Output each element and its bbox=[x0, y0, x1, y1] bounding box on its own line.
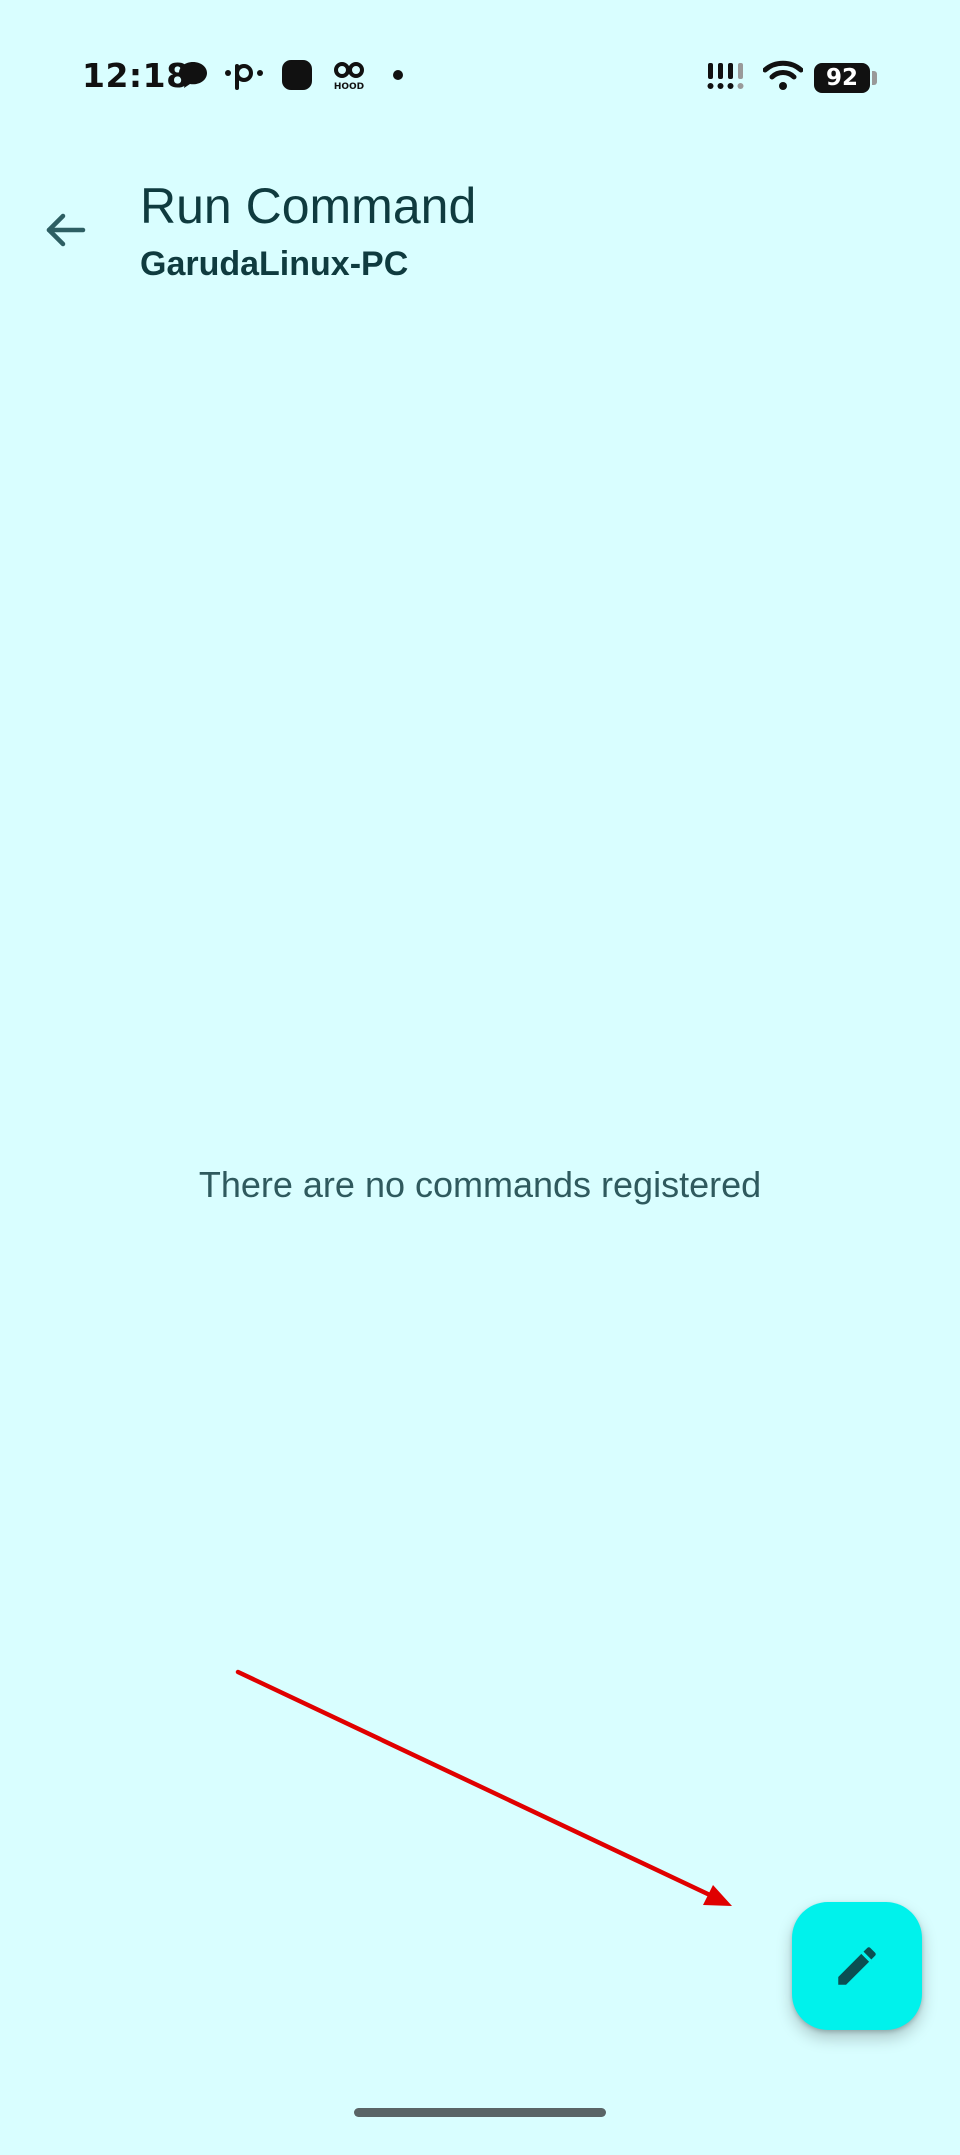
status-time: 12:18 bbox=[82, 56, 190, 95]
page-title: Run Command bbox=[140, 178, 477, 234]
arrow-left-icon bbox=[46, 213, 86, 247]
empty-state-message: There are no commands registered bbox=[198, 1164, 762, 1205]
add-command-button[interactable] bbox=[792, 1902, 922, 2030]
rounded-square-icon bbox=[280, 58, 314, 92]
device-name: GarudaLinux-PC bbox=[140, 245, 409, 283]
pencil-icon bbox=[838, 1947, 876, 1985]
battery-tip bbox=[872, 71, 877, 85]
status-bar: 12:18 HOOD 92 bbox=[0, 0, 960, 155]
home-indicator[interactable] bbox=[354, 2108, 606, 2117]
app-bar: Run Command GarudaLinux-PC bbox=[0, 155, 960, 300]
signal-icon bbox=[706, 58, 750, 92]
wifi-icon bbox=[762, 58, 804, 92]
chat-bubble-icon bbox=[176, 58, 210, 92]
notification-dot-icon bbox=[390, 58, 406, 92]
back-button[interactable] bbox=[30, 195, 100, 265]
p-dots-icon bbox=[224, 58, 264, 92]
battery-icon: 92 bbox=[814, 63, 870, 93]
annotation-arrow bbox=[235, 1669, 732, 1906]
hood-app-icon: HOOD bbox=[330, 58, 368, 92]
hood-label: HOOD bbox=[334, 82, 364, 92]
battery-level: 92 bbox=[825, 65, 858, 91]
